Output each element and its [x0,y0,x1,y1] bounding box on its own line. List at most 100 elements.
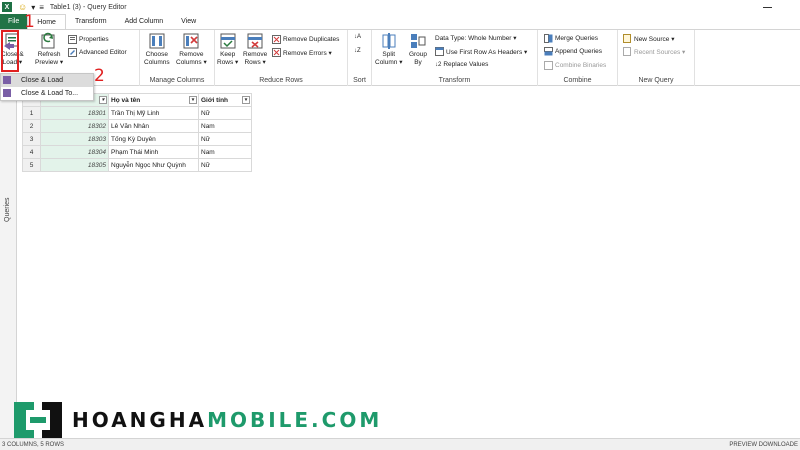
close-load-menu-icon [0,73,14,86]
remove-columns-icon [183,33,199,49]
remove-duplicates-icon [272,35,281,44]
tab-transform[interactable]: Transform [66,14,116,29]
filter-dropdown-icon[interactable]: ▾ [99,96,107,104]
filter-dropdown-icon[interactable]: ▾ [189,96,197,104]
keep-rows-button[interactable]: Keep Rows ▾ [217,32,238,67]
status-row-count: 3 COLUMNS, 5 ROWS [2,441,65,448]
split-column-button[interactable]: Split Column ▾ [375,32,402,67]
cell-name[interactable]: Nguyễn Ngọc Như Quỳnh [108,158,199,172]
quick-access-toolbar: ☺ ▾ ≡ [18,2,44,12]
column-header-gender-label: Giới tính [201,96,229,104]
replace-values-button[interactable]: ↓2 Replace Values [435,61,488,68]
queries-pane[interactable]: Queries [0,86,17,438]
group-by-button[interactable]: Group By [408,32,428,67]
new-source-button[interactable]: New Source ▾ [623,34,674,43]
group-by-line1: Group [408,51,428,58]
table-row[interactable]: 4 18304 Phạm Thái Minh Nam [22,145,252,159]
cell-name[interactable]: Phạm Thái Minh [108,145,199,159]
table-row[interactable]: 5 18305 Nguyễn Ngọc Như Quỳnh Nữ [22,158,252,172]
row-number[interactable]: 4 [22,145,41,159]
recent-sources-button[interactable]: Recent Sources ▾ [623,47,685,56]
remove-rows-line2: Rows ▾ [244,59,266,66]
remove-columns-button[interactable]: Remove Columns ▾ [176,32,207,67]
hoangha-logo-icon [14,402,62,438]
group-label-reduce-rows: Reduce Rows [259,77,303,84]
remove-columns-line1: Remove [179,51,204,58]
watermark-text: HOANGHAMOBILE.COM [72,408,382,432]
column-header-gender[interactable]: Giới tính ▾ [198,93,252,107]
data-type-dropdown[interactable]: Data Type: Whole Number ▾ [435,34,517,42]
column-header-name[interactable]: Họ và tên ▾ [108,93,199,107]
remove-rows-button[interactable]: Remove Rows ▾ [243,32,267,67]
table-row[interactable]: 3 18303 Tống Kỳ Duyên Nữ [22,132,252,146]
group-label-sort: Sort [353,77,366,84]
split-column-icon [382,33,396,49]
sort-ascending-button[interactable]: ↓A [354,34,361,40]
tab-add-column[interactable]: Add Column [116,14,173,29]
table-row[interactable]: 2 18302 Lê Văn Nhân Nam [22,119,252,133]
minimize-icon[interactable] [763,7,772,8]
tab-view[interactable]: View [172,14,205,29]
row-number[interactable]: 2 [22,119,41,133]
customize-qat-icon[interactable]: ≡ [39,3,44,12]
choose-columns-icon [149,33,165,49]
keep-rows-icon [220,33,236,49]
row-number[interactable]: 3 [22,132,41,146]
filter-dropdown-icon[interactable]: ▾ [242,96,250,104]
remove-errors-label: Remove Errors ▾ [283,49,332,57]
group-manage-columns: Choose Columns Remove Columns ▾ Manage C… [140,30,215,86]
group-sort: ↓A ↓Z Sort [348,30,372,86]
cell-gender[interactable]: Nữ [198,132,252,146]
menu-item-close-load-to[interactable]: Close & Load To... [1,87,93,100]
row-number[interactable]: 5 [22,158,41,172]
ribbon-tabs: File Home Transform Add Column View [0,14,800,29]
refresh-preview-button[interactable]: Refresh Preview ▾ [35,32,63,67]
first-row-headers-label: Use First Row As Headers ▾ [446,48,528,56]
menu-item-close-load[interactable]: Close & Load [1,74,93,87]
first-row-headers-button[interactable]: Use First Row As Headers ▾ [435,47,527,56]
advanced-editor-button[interactable]: Advanced Editor [68,48,127,57]
group-combine: Merge Queries Append Queries Combine Bin… [538,30,618,86]
remove-duplicates-button[interactable]: Remove Duplicates [272,35,339,44]
cell-gender[interactable]: Nữ [198,106,252,120]
cell-id[interactable]: 18305 [40,158,109,172]
cell-name[interactable]: Tống Kỳ Duyên [108,132,199,146]
choose-columns-line1: Choose [145,51,169,58]
sort-descending-button[interactable]: ↓Z [354,48,361,54]
cell-name[interactable]: Lê Văn Nhân [108,119,199,133]
append-queries-button[interactable]: Append Queries [544,47,602,56]
watermark-text-part2: MOBILE.COM [207,408,383,432]
combine-binaries-button[interactable]: Combine Binaries [544,61,606,70]
cell-gender[interactable]: Nam [198,119,252,133]
qat-dropdown-icon[interactable]: ▾ [31,3,35,12]
group-by-icon [411,34,426,48]
choose-columns-button[interactable]: Choose Columns [144,32,170,67]
merge-queries-button[interactable]: Merge Queries [544,34,598,43]
cell-name[interactable]: Trần Thị Mỹ Linh [108,106,199,120]
row-number[interactable]: 1 [22,106,41,120]
cell-gender[interactable]: Nam [198,145,252,159]
cell-id[interactable]: 18304 [40,145,109,159]
new-source-label: New Source ▾ [634,35,675,43]
group-label-transform: Transform [438,77,471,84]
combine-binaries-icon [544,61,553,70]
properties-button[interactable]: Properties [68,35,109,44]
group-new-query: New Source ▾ Recent Sources ▾ New Query [618,30,695,86]
remove-errors-button[interactable]: Remove Errors ▾ [272,48,332,57]
table-row[interactable]: 1 18301 Trần Thị Mỹ Linh Nữ [22,106,252,120]
cell-id[interactable]: 18301 [40,106,109,120]
remove-duplicates-label: Remove Duplicates [283,36,340,43]
properties-icon [68,35,77,44]
choose-columns-line2: Columns [144,59,170,66]
smiley-feedback-icon[interactable]: ☺ [18,2,27,12]
annotation-number-2: 2 [94,66,105,86]
append-queries-icon [544,47,553,56]
split-column-line2: Column ▾ [375,59,403,66]
cell-id[interactable]: 18302 [40,119,109,133]
status-preview: PREVIEW DOWNLOADE [729,441,798,448]
watermark-text-part1: HOANGHA [72,408,208,432]
keep-rows-line2: Rows ▾ [217,59,239,66]
cell-gender[interactable]: Nữ [198,158,252,172]
cell-id[interactable]: 18303 [40,132,109,146]
data-type-label: Data Type: Whole Number ▾ [435,35,517,42]
